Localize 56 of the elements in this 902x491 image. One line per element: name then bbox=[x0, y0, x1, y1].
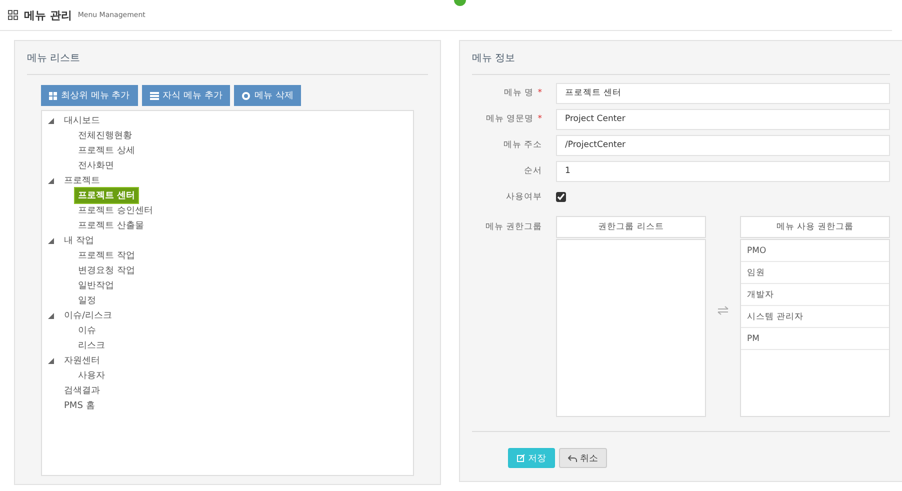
tree-item[interactable]: 프로젝트 승인센터 bbox=[74, 202, 157, 219]
field-label: 메뉴 주소 bbox=[503, 140, 542, 150]
assigned-group-list[interactable]: PMO 임원 개발자 시스템 관리자 PM bbox=[740, 239, 890, 417]
cancel-button[interactable]: 취소 bbox=[559, 448, 607, 468]
field-label: 메뉴 명 bbox=[504, 88, 534, 98]
edit-icon bbox=[517, 454, 525, 462]
tree-item[interactable]: 프로젝트 작업 bbox=[74, 247, 139, 264]
field-label: 메뉴 권한그룹 bbox=[484, 221, 543, 233]
field-label: 메뉴 영문명 bbox=[486, 114, 534, 124]
input-field[interactable]: 프로젝트 센터 bbox=[556, 82, 890, 104]
panel-title: 메뉴 리스트 bbox=[27, 41, 428, 75]
input-field[interactable]: /ProjectCenter bbox=[556, 134, 890, 156]
field-label: 순서 bbox=[524, 166, 542, 176]
list-item[interactable]: 시스템 관리자 bbox=[741, 306, 889, 328]
tree-item[interactable]: 프로젝트 산출물 bbox=[74, 217, 148, 234]
list-item[interactable]: PM bbox=[741, 328, 889, 350]
field-label: 사용여부 bbox=[506, 192, 542, 202]
input-field[interactable]: 1 bbox=[556, 160, 890, 182]
list-header: 권한그룹 리스트 bbox=[556, 216, 706, 238]
list-item[interactable]: 개발자 bbox=[741, 284, 889, 306]
list-header: 메뉴 사용 권한그룹 bbox=[740, 216, 890, 238]
list-icon bbox=[150, 92, 159, 100]
tree-item[interactable]: 대시보드 bbox=[60, 112, 104, 129]
tree-item[interactable]: 내 작업 bbox=[60, 232, 98, 249]
required-mark: * bbox=[538, 88, 542, 98]
tree-item[interactable]: 리스크 bbox=[74, 337, 109, 354]
tree-item[interactable]: 자원센터 bbox=[60, 352, 104, 369]
tree-item[interactable]: PMS 홈 bbox=[60, 397, 99, 414]
swap-arrows-icon bbox=[717, 306, 729, 315]
reply-arrow-icon bbox=[568, 454, 577, 462]
tree-item[interactable]: 변경요청 작업 bbox=[74, 262, 139, 279]
use-checkbox[interactable] bbox=[556, 192, 566, 202]
page-title: 메뉴 관리 bbox=[24, 8, 72, 22]
expand-triangle-icon[interactable] bbox=[48, 238, 54, 244]
circle-icon bbox=[242, 92, 250, 100]
expand-triangle-icon[interactable] bbox=[48, 358, 54, 364]
tree-item[interactable]: 이슈/리스크 bbox=[60, 307, 116, 324]
grid-icon bbox=[49, 92, 57, 100]
tree-item[interactable]: 이슈 bbox=[74, 322, 100, 339]
required-mark: * bbox=[538, 114, 542, 124]
input-field[interactable]: Project Center bbox=[556, 108, 890, 130]
tree-item[interactable]: 일반작업 bbox=[74, 277, 118, 294]
tree-item[interactable]: 프로젝트 bbox=[60, 172, 104, 189]
expand-triangle-icon[interactable] bbox=[48, 178, 54, 184]
tree-item[interactable]: 전사화면 bbox=[74, 157, 118, 174]
panel-title: 메뉴 정보 bbox=[472, 41, 890, 75]
tree-item[interactable]: 전체진행현황 bbox=[74, 127, 136, 144]
tree-item[interactable]: 프로젝트 상세 bbox=[74, 142, 139, 159]
grid-icon bbox=[8, 10, 18, 20]
expand-triangle-icon[interactable] bbox=[48, 312, 54, 318]
tree-item[interactable]: 일정 bbox=[74, 292, 100, 309]
list-item[interactable]: 임원 bbox=[741, 262, 889, 284]
tree-item[interactable]: 검색결과 bbox=[60, 382, 104, 399]
list-item[interactable]: PMO bbox=[741, 240, 889, 262]
expand-triangle-icon[interactable] bbox=[48, 118, 54, 124]
tree-item[interactable]: 사용자 bbox=[74, 367, 109, 384]
